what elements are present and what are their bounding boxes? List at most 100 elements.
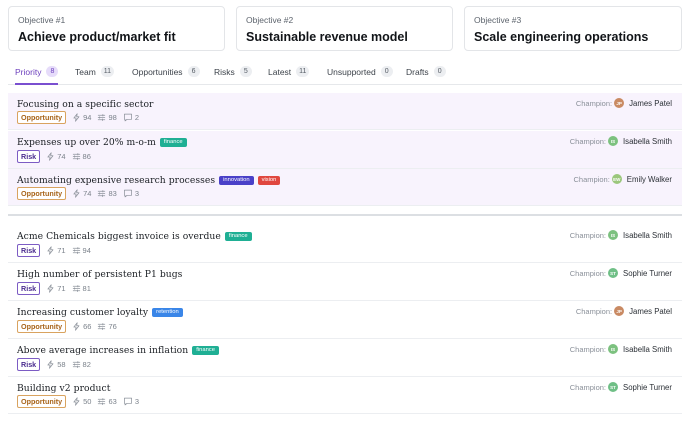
list-item[interactable]: Above average increases in inflation fina… xyxy=(8,339,682,377)
champion-label: Champion: xyxy=(575,98,613,108)
item-title-line: Expenses up over 20% m-o-m finance xyxy=(17,137,187,148)
impact-value: 58 xyxy=(57,360,66,369)
bolt-icon xyxy=(73,113,80,122)
item-meta: Risk 74 86 xyxy=(17,150,91,163)
champion[interactable]: Champion: EW Emily Walker xyxy=(574,174,672,184)
item-title-line: Building v2 product xyxy=(17,383,110,394)
impact-value: 71 xyxy=(57,284,66,293)
tag-vision[interactable]: vision xyxy=(257,176,281,185)
group-divider xyxy=(8,214,682,216)
item-meta: Risk 71 94 xyxy=(17,244,91,257)
objective-card-3[interactable]: Objective #3 Scale engineering operation… xyxy=(464,6,682,51)
impact-stat: 71 xyxy=(46,246,66,255)
avatar: IS xyxy=(608,344,619,354)
tag-finance[interactable]: finance xyxy=(159,138,187,147)
tag-innovation[interactable]: innovation xyxy=(219,176,254,185)
list-item[interactable]: Automating expensive research processes i… xyxy=(8,169,682,206)
item-title[interactable]: Increasing customer loyalty xyxy=(17,307,148,318)
tag-finance[interactable]: finance xyxy=(192,346,219,355)
champion-name: Isabella Smith xyxy=(623,136,672,146)
impact-value: 94 xyxy=(83,113,92,122)
item-title[interactable]: High number of persistent P1 bugs xyxy=(17,269,182,280)
tab-drafts[interactable]: Drafts 0 xyxy=(406,60,446,85)
comments-count: 3 xyxy=(134,397,139,406)
champion-name: Sophie Turner xyxy=(623,268,672,278)
bolt-icon xyxy=(73,322,80,331)
confidence-value: 63 xyxy=(108,397,117,406)
objective-title: Achieve product/market fit xyxy=(18,30,176,44)
impact-stat: 94 xyxy=(72,113,91,122)
impact-stat: 71 xyxy=(46,284,66,293)
list-item[interactable]: Expenses up over 20% m-o-m finance Risk 74 8… xyxy=(8,131,682,169)
comments-stat: 2 xyxy=(123,113,139,122)
impact-stat: 58 xyxy=(46,360,66,369)
objective-title: Sustainable revenue model xyxy=(246,30,408,44)
list-item[interactable]: Increasing customer loyalty retention Oppo… xyxy=(8,301,682,339)
tab-priority[interactable]: Priority 8 xyxy=(15,60,59,85)
champion[interactable]: Champion: ST Sophie Turner xyxy=(570,268,672,278)
tag-finance[interactable]: finance xyxy=(224,232,252,241)
item-title[interactable]: Automating expensive research processes xyxy=(17,175,215,186)
champion[interactable]: Champion: IS Isabella Smith xyxy=(570,136,672,146)
champion-name: Isabella Smith xyxy=(623,344,672,354)
champion-name: Emily Walker xyxy=(626,174,672,184)
tab-label: Latest xyxy=(268,67,292,77)
item-title[interactable]: Focusing on a specific sector xyxy=(17,99,154,110)
item-title-line: Automating expensive research processes i… xyxy=(17,175,281,186)
champion-label: Champion: xyxy=(569,230,607,240)
type-badge: Opportunity xyxy=(17,395,67,408)
tab-count: 0 xyxy=(380,66,393,77)
bolt-icon xyxy=(47,360,54,369)
list-item[interactable]: Acme Chemicals biggest invoice is overdu… xyxy=(8,225,682,263)
champion[interactable]: Champion: ST Sophie Turner xyxy=(570,382,672,392)
tab-unsupported[interactable]: Unsupported 0 xyxy=(327,60,393,85)
avatar: JP xyxy=(614,98,625,108)
tab-count: 0 xyxy=(433,66,446,77)
champion[interactable]: Champion: JP James Patel xyxy=(576,306,672,316)
impact-value: 74 xyxy=(83,189,92,198)
objective-number: Objective #2 xyxy=(246,15,294,25)
champion[interactable]: Champion: IS Isabella Smith xyxy=(570,344,672,354)
tab-label: Priority xyxy=(15,67,42,77)
confidence-stat: 94 xyxy=(72,246,91,255)
type-badge: Risk xyxy=(17,150,41,163)
item-title[interactable]: Acme Chemicals biggest invoice is overdu… xyxy=(17,231,221,242)
tab-team[interactable]: Team 11 xyxy=(75,60,115,85)
champion-label: Champion: xyxy=(569,136,607,146)
tab-label: Unsupported xyxy=(327,67,376,77)
type-badge: Risk xyxy=(17,244,41,257)
confidence-stat: 98 xyxy=(97,113,117,122)
confidence-stat: 76 xyxy=(97,322,117,331)
confidence-value: 81 xyxy=(82,284,91,293)
tab-latest[interactable]: Latest 11 xyxy=(268,60,310,85)
confidence-value: 76 xyxy=(108,322,117,331)
list-item[interactable]: High number of persistent P1 bugs Risk 71 8… xyxy=(8,263,682,301)
champion-label: Champion: xyxy=(569,268,607,278)
item-title-line: High number of persistent P1 bugs xyxy=(17,269,182,280)
avatar: JP xyxy=(614,306,625,316)
type-badge: Risk xyxy=(17,282,41,295)
item-title[interactable]: Expenses up over 20% m-o-m xyxy=(17,137,156,148)
confidence-value: 83 xyxy=(108,189,117,198)
tab-risks[interactable]: Risks 5 xyxy=(214,60,252,85)
tag-retention[interactable]: retention xyxy=(152,308,183,317)
comments-count: 3 xyxy=(134,189,139,198)
impact-stat: 74 xyxy=(72,189,91,198)
list-item[interactable]: Focusing on a specific sector Opportunity… xyxy=(8,93,682,130)
confidence-value: 98 xyxy=(108,113,117,122)
confidence-stat: 83 xyxy=(97,189,117,198)
sliders-icon xyxy=(72,285,80,292)
tab-count: 8 xyxy=(46,66,59,77)
tab-opportunities[interactable]: Opportunities 6 xyxy=(132,60,200,85)
champion[interactable]: Champion: IS Isabella Smith xyxy=(570,230,672,240)
objective-card-1[interactable]: Objective #1 Achieve product/market fit xyxy=(8,6,225,51)
item-title[interactable]: Above average increases in inflation xyxy=(17,345,188,356)
champion-name: James Patel xyxy=(629,98,672,108)
champion-label: Champion: xyxy=(573,174,610,184)
list-item[interactable]: Building v2 product Opportunity 50 63 3 Champ… xyxy=(8,377,682,414)
objective-card-2[interactable]: Objective #2 Sustainable revenue model xyxy=(236,6,453,51)
item-title[interactable]: Building v2 product xyxy=(17,383,110,394)
comment-icon xyxy=(123,397,132,406)
champion-name: Isabella Smith xyxy=(623,230,672,240)
champion[interactable]: Champion: JP James Patel xyxy=(576,98,672,108)
